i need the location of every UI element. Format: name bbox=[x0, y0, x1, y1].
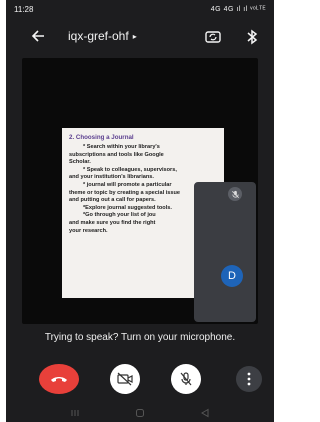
chevron-right-icon: ▸ bbox=[132, 31, 137, 41]
meeting-code: iqx-gref-ohf bbox=[68, 29, 129, 43]
avatar: D bbox=[221, 265, 243, 287]
microphone-toggle-button[interactable] bbox=[171, 364, 201, 394]
camera-off-icon bbox=[117, 372, 133, 386]
home-icon[interactable] bbox=[135, 408, 145, 418]
back-nav-icon[interactable] bbox=[200, 408, 210, 418]
mic-off-icon bbox=[228, 187, 242, 201]
status-indicators: 4G 4G ıl ıl ᵛᵒᴸᵀᴱ bbox=[210, 5, 266, 13]
meeting-code-button[interactable]: iqx-gref-ohf ▸ bbox=[68, 29, 137, 43]
call-screen: 11:28 4G 4G ıl ıl ᵛᵒᴸᵀᴱ iqx-gref-ohf ▸ 2… bbox=[6, 0, 274, 422]
end-call-icon bbox=[51, 377, 67, 382]
slide-line: * Search within your library's bbox=[83, 144, 160, 150]
slide-line: and your institution's librarians. bbox=[69, 174, 154, 181]
more-vertical-icon bbox=[247, 372, 251, 386]
switch-camera-icon[interactable] bbox=[204, 28, 222, 46]
bluetooth-icon[interactable] bbox=[245, 28, 259, 46]
slide-title: 2. Choosing a Journal bbox=[69, 134, 134, 141]
back-arrow-icon[interactable] bbox=[30, 28, 46, 44]
self-view-tile[interactable]: D bbox=[194, 182, 256, 322]
end-call-button[interactable] bbox=[39, 364, 79, 394]
system-nav-bar bbox=[6, 404, 274, 422]
slide-line: * Speak to colleagues, supervisors, bbox=[83, 166, 177, 173]
top-bar: iqx-gref-ohf ▸ bbox=[6, 22, 274, 52]
call-controls bbox=[6, 360, 274, 400]
slide-line: Scholar. bbox=[69, 159, 91, 166]
status-time: 11:28 bbox=[14, 4, 34, 14]
mic-off-icon bbox=[180, 372, 192, 386]
status-bar: 11:28 4G 4G ıl ıl ᵛᵒᴸᵀᴱ bbox=[6, 0, 274, 18]
microphone-hint: Trying to speak? Turn on your microphone… bbox=[44, 332, 236, 343]
recents-icon[interactable] bbox=[70, 408, 80, 418]
slide-line: subscriptions and tools like Google bbox=[69, 151, 164, 158]
more-options-button[interactable] bbox=[236, 366, 262, 392]
camera-toggle-button[interactable] bbox=[110, 364, 140, 394]
